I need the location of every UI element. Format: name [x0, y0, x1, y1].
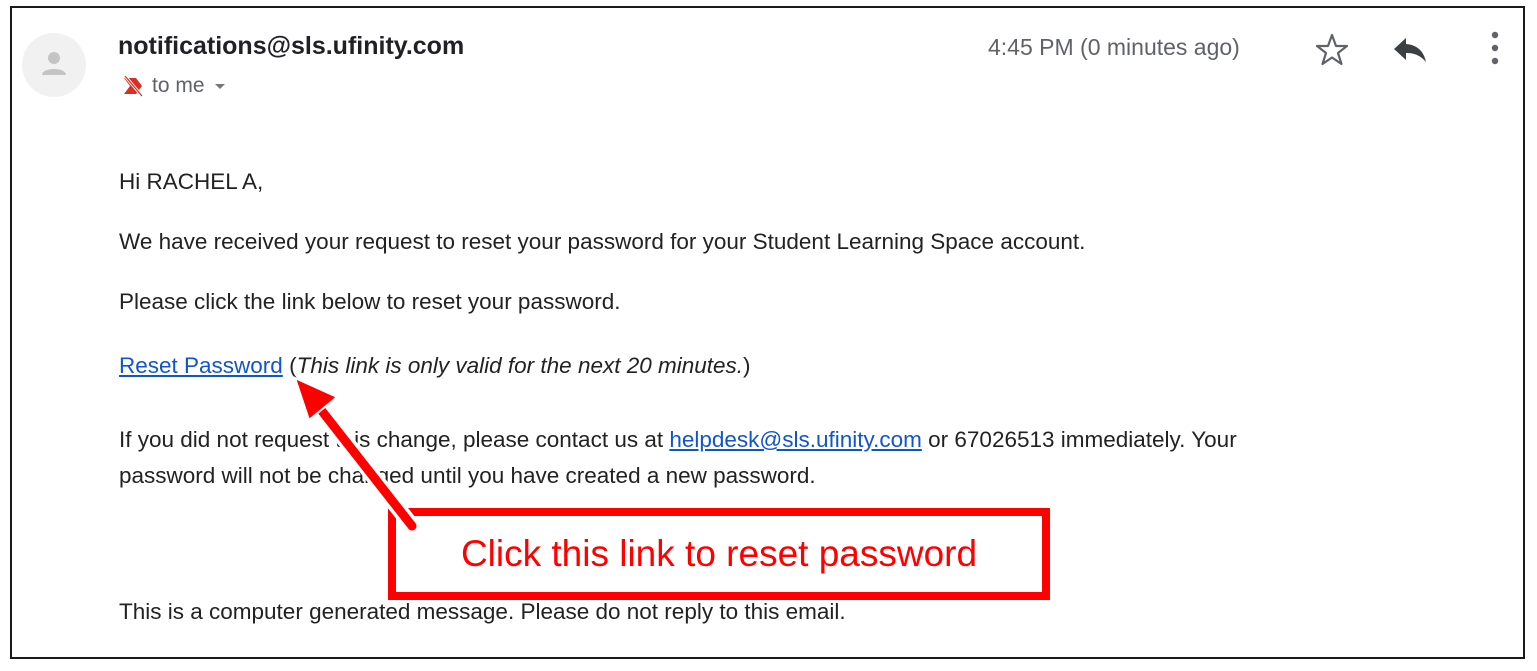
- reset-note-open: (: [282, 353, 297, 378]
- caret-down-icon[interactable]: [213, 81, 227, 91]
- annotation-callout-box: Click this link to reset password: [388, 508, 1050, 600]
- reply-icon: [1394, 38, 1426, 62]
- person-icon: [42, 52, 66, 75]
- email-timestamp: 4:45 PM (0 minutes ago): [988, 34, 1240, 60]
- greeting: Hi RACHEL A,: [119, 169, 264, 194]
- sender-address: notifications@sls.ufinity.com: [118, 32, 465, 60]
- paragraph-contact: If you did not request this change, plea…: [119, 422, 1237, 458]
- paragraph-request: We have received your request to reset y…: [119, 229, 1086, 254]
- reset-password-link[interactable]: Reset Password: [119, 353, 283, 378]
- star-outline-icon: [1315, 33, 1349, 66]
- more-vertical-icon: [1491, 31, 1499, 65]
- reset-note: This link is only valid for the next 20 …: [296, 353, 744, 378]
- contact-text-part2: or 67026513 immediately. Your: [921, 427, 1237, 452]
- helpdesk-email-link[interactable]: helpdesk@sls.ufinity.com: [669, 427, 922, 452]
- reset-line: Reset Password (This link is only valid …: [119, 348, 751, 384]
- reply-button[interactable]: [1392, 34, 1428, 69]
- important-off-icon: [123, 75, 144, 97]
- more-button[interactable]: [1490, 30, 1500, 71]
- annotation-callout-text: Click this link to reset password: [460, 533, 978, 574]
- recipient-label: to me: [152, 74, 205, 97]
- contact-text-part1: If you did not request this change, plea…: [119, 427, 670, 452]
- sender-avatar[interactable]: [22, 33, 86, 97]
- paragraph-contact-line2: password will not be changed until you h…: [119, 463, 816, 488]
- reset-note-close: ): [743, 353, 751, 378]
- star-button[interactable]: [1314, 32, 1350, 73]
- paragraph-instruction: Please click the link below to reset you…: [119, 289, 621, 314]
- recipient-details[interactable]: to me: [122, 74, 227, 98]
